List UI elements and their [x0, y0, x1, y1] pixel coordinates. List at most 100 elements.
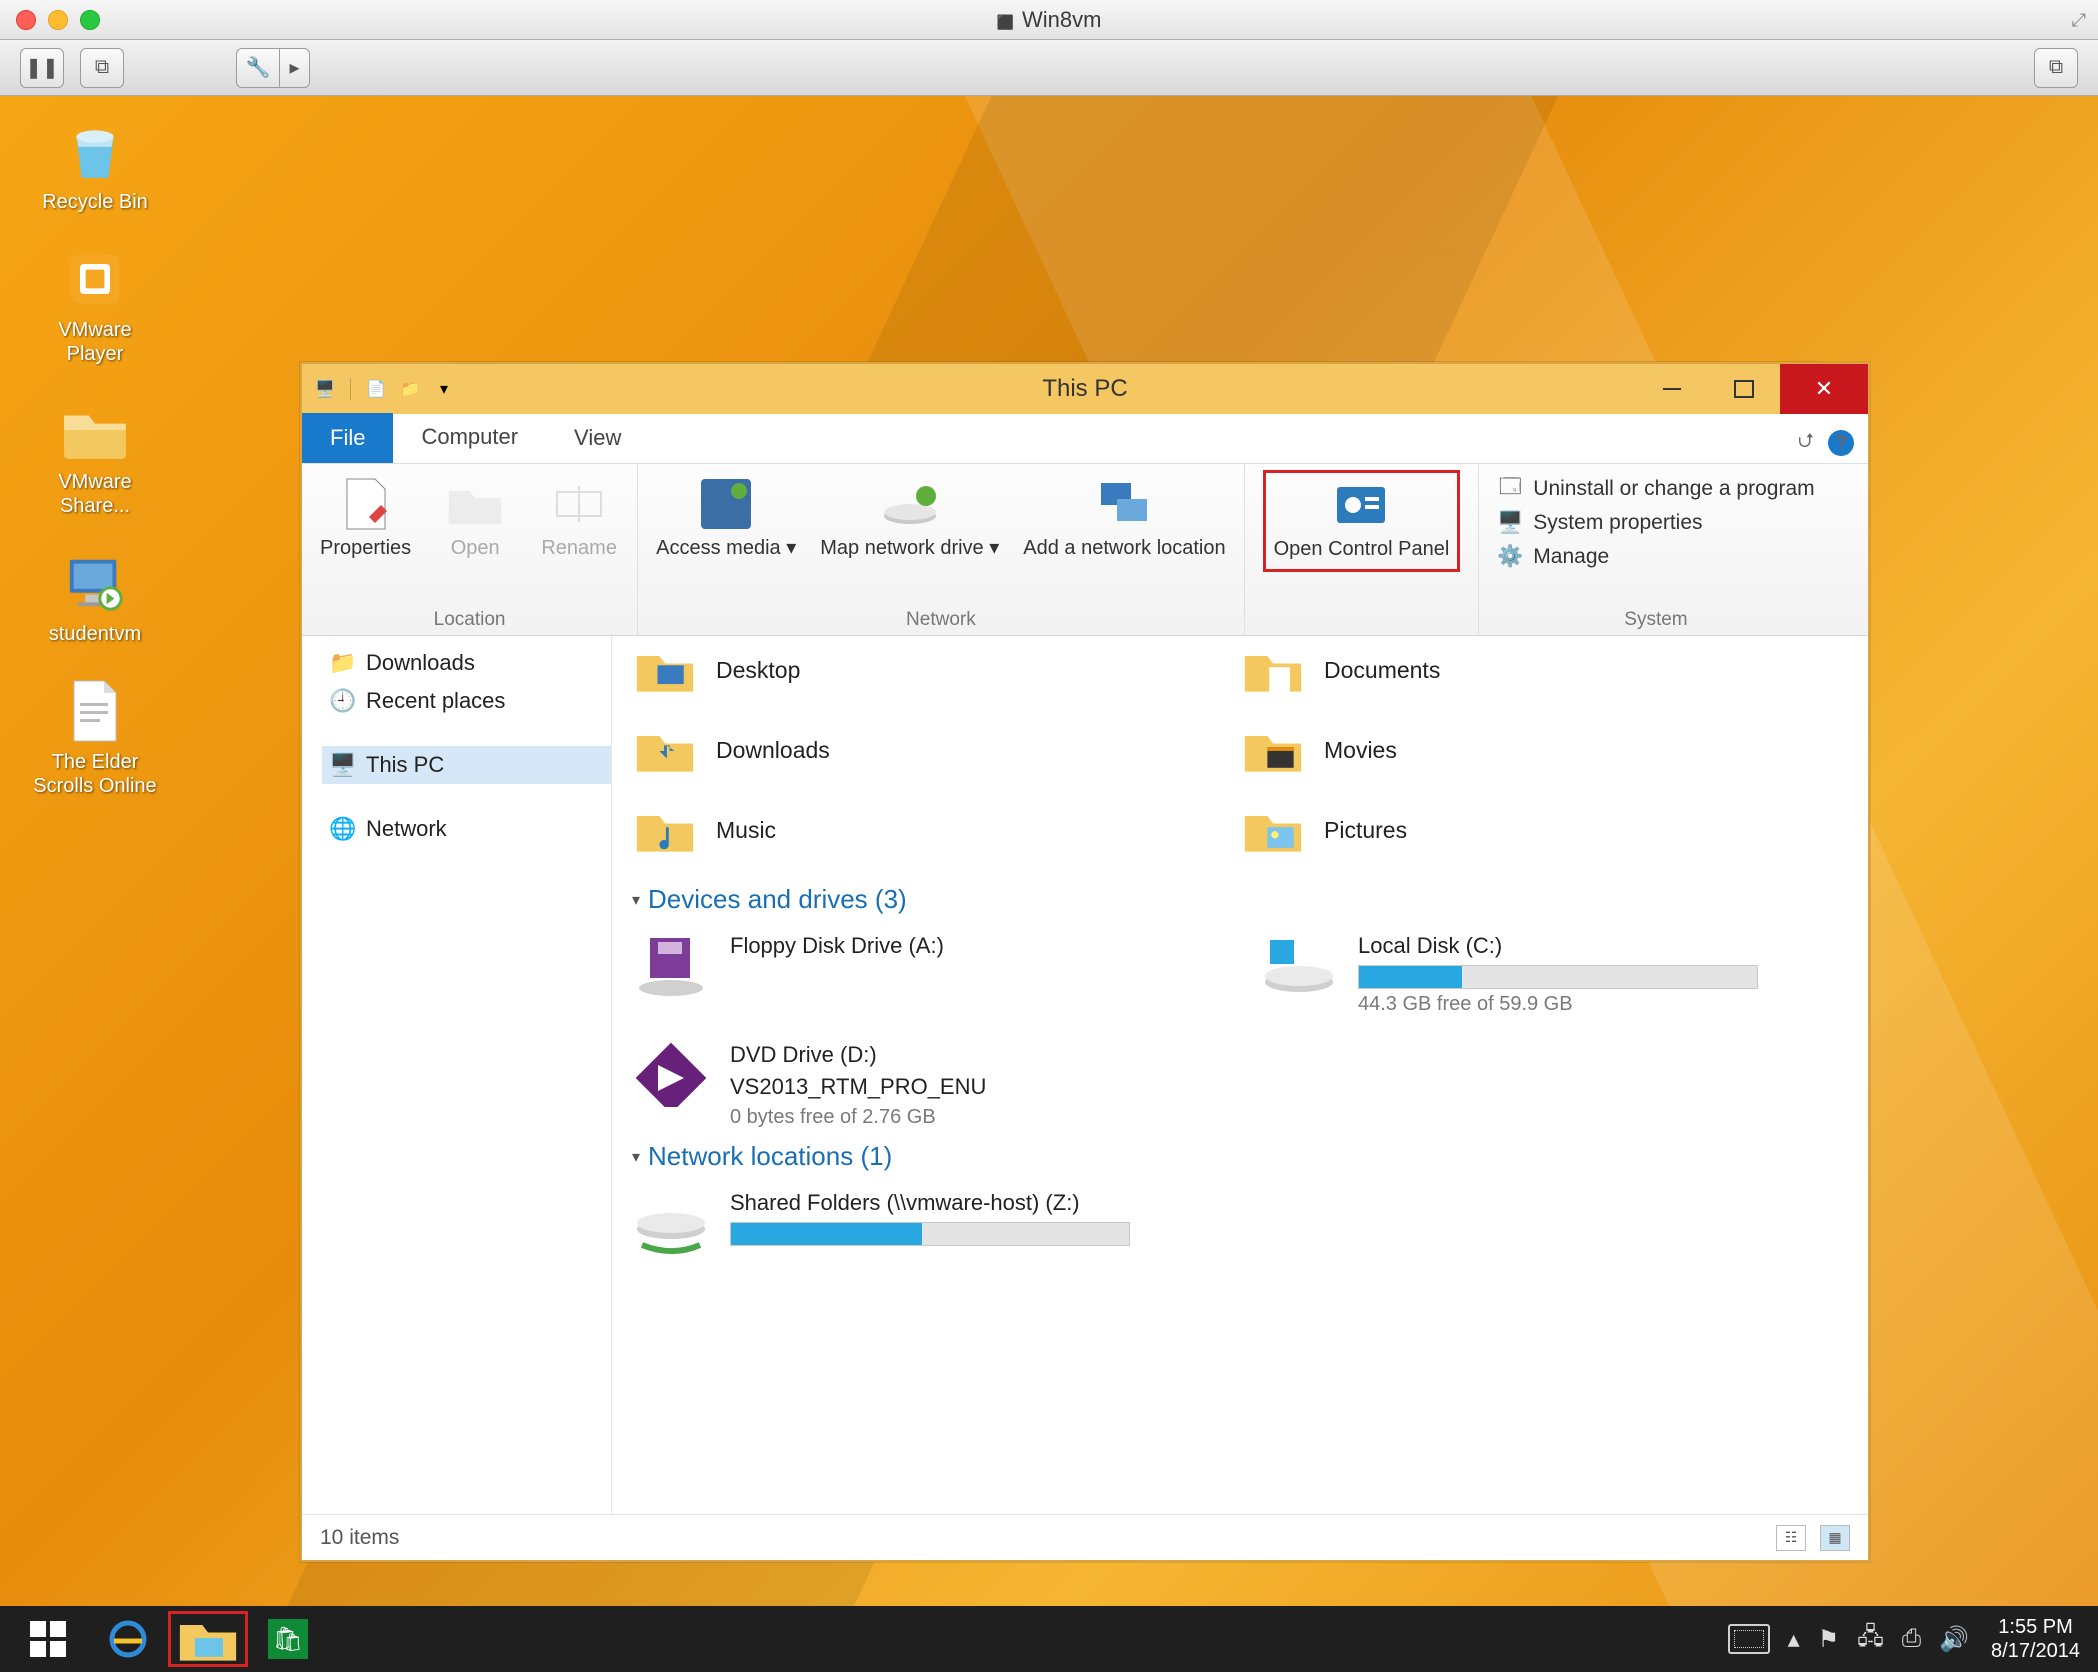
clock-time: 1:55 PM [1991, 1615, 2080, 1639]
taskbar-clock[interactable]: 1:55 PM 8/17/2014 [1991, 1615, 2080, 1663]
mac-fullscreen-icon[interactable]: ⤢ [2072, 10, 2086, 31]
taskbar-ie-button[interactable] [88, 1611, 168, 1667]
ribbon-open-control-panel-button[interactable]: Open Control Panel [1263, 470, 1461, 572]
ribbon-list-label: Manage [1533, 545, 1609, 569]
ribbon-properties-button[interactable]: Properties [320, 470, 411, 560]
details-view-button[interactable]: ☷ [1776, 1525, 1806, 1551]
desktop-icon-recycle-bin[interactable]: Recycle Bin [30, 116, 160, 214]
ribbon-list-label: Uninstall or change a program [1533, 477, 1814, 501]
ribbon-list-label: System properties [1533, 511, 1702, 535]
ribbon-access-media-button[interactable]: Access media ▾ [656, 470, 796, 560]
folder-label: Documents [1324, 657, 1440, 684]
ribbon-tab-file[interactable]: File [302, 413, 393, 463]
folder-icon [632, 800, 698, 860]
nav-downloads[interactable]: 📁Downloads [322, 644, 611, 682]
taskbar-explorer-button[interactable] [168, 1611, 248, 1667]
folder-downloads[interactable]: Downloads [632, 720, 1240, 780]
section-devices-header[interactable]: Devices and drives (3) [632, 884, 1848, 915]
drive-label: Local Disk (C:) [1358, 933, 1758, 959]
ribbon-button-label: Open [451, 536, 500, 560]
drive-network-z[interactable]: Shared Folders (\\vmware-host) (Z:) [632, 1190, 1220, 1256]
mac-close-icon[interactable] [16, 10, 36, 30]
folder-icon [1240, 720, 1306, 780]
tray-flag-icon[interactable]: ⚑ [1818, 1625, 1840, 1654]
drive-usage-bar [1358, 965, 1758, 989]
nav-label: Network [366, 816, 447, 842]
desktop-icon-label: Recycle Bin [42, 190, 148, 214]
taskbar-store-button[interactable]: 🛍 [248, 1611, 328, 1667]
ribbon-add-network-location-button[interactable]: Add a network location [1023, 470, 1225, 560]
help-icon[interactable]: ? [1828, 430, 1854, 456]
thispc-icon: 🖥️ [330, 752, 356, 778]
guest-desktop[interactable]: Recycle Bin VMware Player VMware Share..… [0, 96, 2098, 1672]
media-icon [698, 476, 754, 532]
drive-free-label: 44.3 GB free of 59.9 GB [1358, 993, 1758, 1016]
manage-icon: ⚙️ [1497, 544, 1523, 570]
vm-settings-button[interactable]: 🔧 [236, 48, 280, 88]
folder-documents[interactable]: Documents [1240, 640, 1848, 700]
explorer-titlebar[interactable]: 🖥️ 📄 📁 ▾ This PC ✕ [302, 364, 1868, 414]
folder-music[interactable]: Music [632, 800, 1240, 860]
tray-chevron-icon[interactable]: ▴ [1788, 1625, 1800, 1654]
desktop-icon-eso[interactable]: The Elder Scrolls Online [30, 676, 160, 798]
vm-screenshot-button[interactable]: ⧉ [80, 48, 124, 88]
nav-recent-places[interactable]: 🕘 Recent places [322, 682, 611, 720]
drive-label: DVD Drive (D:) [730, 1042, 1130, 1068]
ribbon-map-drive-button[interactable]: Map network drive ▾ [820, 470, 999, 560]
window-maximize-button[interactable] [1708, 364, 1780, 414]
folder-label: Music [716, 817, 776, 844]
vm-unity-button[interactable]: ⧉ [2034, 48, 2078, 88]
newfolder-qat-icon[interactable]: 📁 [397, 376, 423, 402]
nav-label: Recent places [366, 688, 505, 714]
ribbon-uninstall-button[interactable]: 🗔Uninstall or change a program [1497, 476, 1814, 502]
desktop-icon-vmware-share[interactable]: VMware Share... [30, 396, 160, 518]
tray-network-icon[interactable]: 🖧 [1857, 1619, 1884, 1660]
recent-icon: 🕘 [330, 688, 356, 714]
nav-this-pc[interactable]: 🖥️This PC [322, 746, 611, 784]
system-tray: ▴ ⚑ 🖧 ⎙ 🔊 [1728, 1619, 1969, 1660]
section-network-header[interactable]: Network locations (1) [632, 1141, 1848, 1172]
tray-battery-icon[interactable]: ⎙ [1902, 1625, 1921, 1653]
ribbon-group-label: Location [320, 605, 619, 635]
thispc-qat-icon[interactable]: 🖥️ [312, 376, 338, 402]
properties-qat-icon[interactable]: 📄 [363, 376, 389, 402]
content-pane[interactable]: Desktop Documents Downloads Movies Music… [612, 636, 1868, 1514]
vm-pause-button[interactable]: ❚❚ [20, 48, 64, 88]
folder-desktop[interactable]: Desktop [632, 640, 1240, 700]
touch-keyboard-icon[interactable] [1728, 1624, 1770, 1654]
folder-pictures[interactable]: Pictures [1240, 800, 1848, 860]
navigation-pane[interactable]: 📁Downloads 🕘 Recent places 🖥️This PC 🌐Net… [302, 636, 612, 1514]
mac-minimize-icon[interactable] [48, 10, 68, 30]
tray-volume-icon[interactable]: 🔊 [1939, 1625, 1969, 1654]
window-close-button[interactable]: ✕ [1780, 364, 1868, 414]
ribbon-tab-computer[interactable]: Computer [393, 413, 546, 463]
open-icon [447, 476, 503, 532]
desktop-icon-studentvm[interactable]: studentvm [30, 548, 160, 646]
ribbon-system-properties-button[interactable]: 🖥️ System properties [1497, 510, 1814, 536]
nav-network[interactable]: 🌐Network [322, 810, 611, 848]
qat-dropdown-icon[interactable]: ▾ [431, 376, 457, 402]
explorer-title: This PC [1042, 375, 1127, 403]
vm-dropdown-button[interactable]: ▸ [280, 48, 310, 88]
drive-dvd[interactable]: DVD Drive (D:) VS2013_RTM_PRO_ENU 0 byte… [632, 1042, 1220, 1129]
drive-local-c[interactable]: Local Disk (C:) 44.3 GB free of 59.9 GB [1260, 933, 1848, 1016]
dvd-icon [632, 1042, 710, 1108]
system-properties-icon: 🖥️ [1497, 510, 1523, 536]
folder-movies[interactable]: Movies [1240, 720, 1848, 780]
ribbon-collapse-icon[interactable]: ⮍ [1798, 426, 1814, 460]
mac-zoom-icon[interactable] [80, 10, 100, 30]
icons-view-button[interactable]: ▦ [1820, 1525, 1850, 1551]
map-drive-icon [882, 476, 938, 532]
taskbar[interactable]: 🛍 ▴ ⚑ 🖧 ⎙ 🔊 1:55 PM 8/17/2014 [0, 1606, 2098, 1672]
ribbon-manage-button[interactable]: ⚙️ Manage [1497, 544, 1814, 570]
ribbon-button-label: Map network drive ▾ [820, 536, 999, 560]
folder-icon [1240, 640, 1306, 700]
drive-floppy[interactable]: Floppy Disk Drive (A:) [632, 933, 1220, 1016]
properties-icon [338, 476, 394, 532]
ribbon-tab-view[interactable]: View [546, 413, 649, 463]
window-minimize-button[interactable] [1636, 364, 1708, 414]
desktop-icon-vmware-player[interactable]: VMware Player [30, 244, 160, 366]
control-panel-icon [1333, 477, 1389, 533]
start-button[interactable] [8, 1611, 88, 1667]
desktop-icon-label: VMware Player [30, 318, 160, 366]
